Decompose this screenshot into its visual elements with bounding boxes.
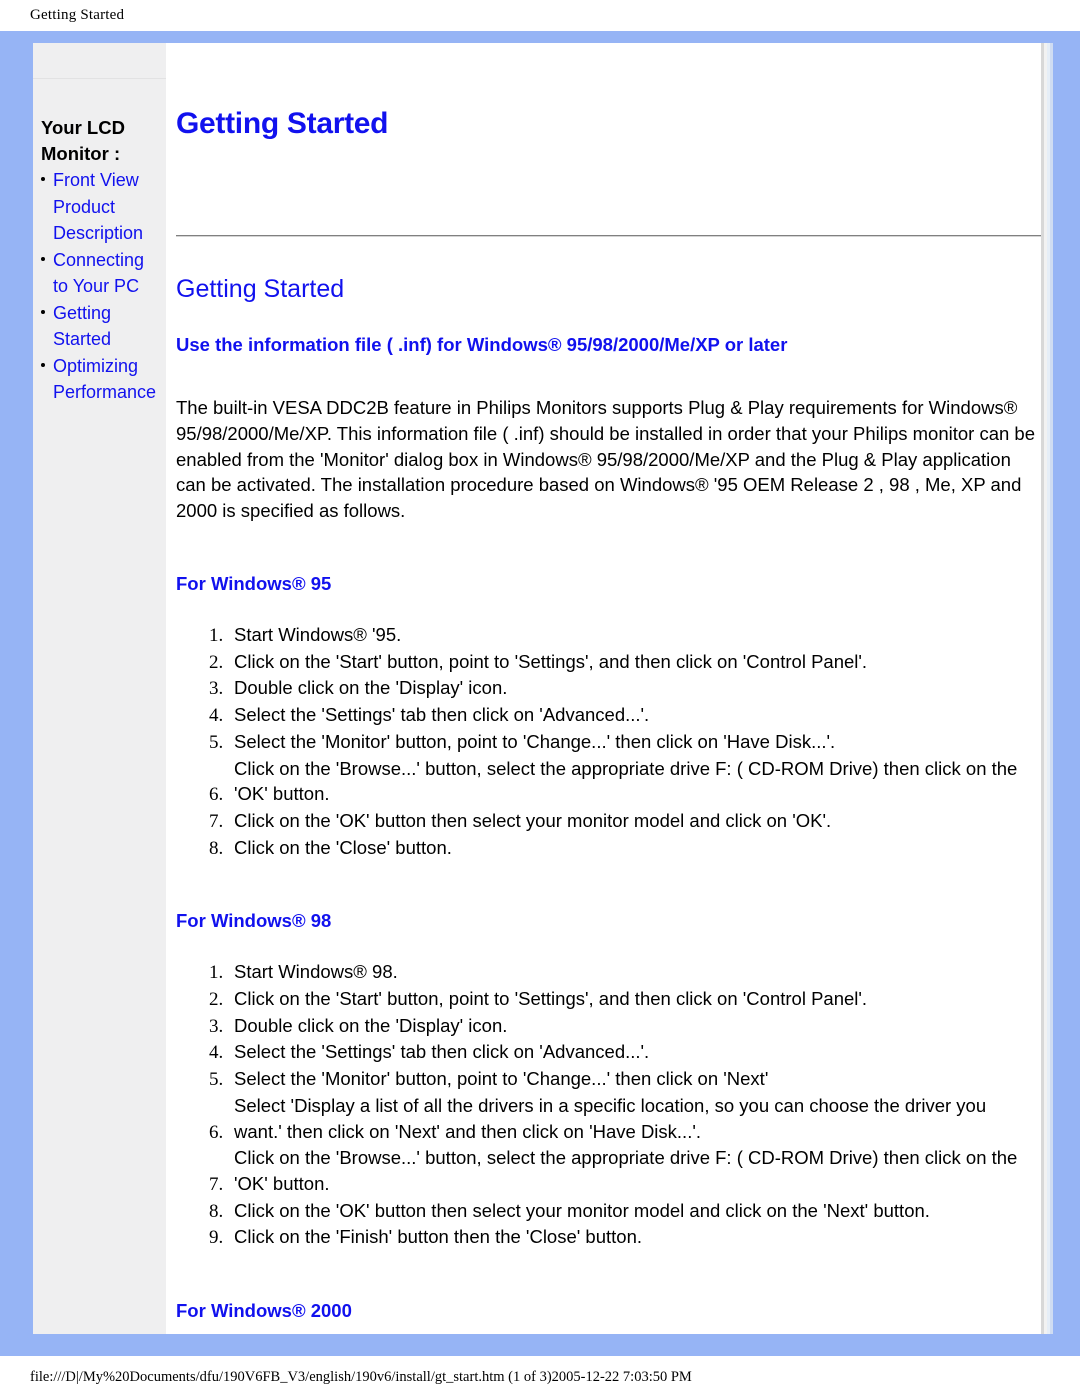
sidebar-item-getting-started[interactable]: Getting Started	[33, 300, 166, 353]
bullet-icon	[41, 256, 45, 261]
step-text: Click on the 'OK' button then select you…	[234, 1199, 930, 1221]
page-title: Getting Started	[176, 107, 389, 140]
list-item: Click on the 'Start' button, point to 'S…	[228, 986, 1036, 1013]
list-item: Click on the 'OK' button then select you…	[228, 1198, 1036, 1225]
list-item: Start Windows® '95.	[228, 622, 1036, 649]
steps-list-windows-95: Start Windows® '95. Click on the 'Start'…	[176, 622, 1036, 861]
sidebar-item-connecting-to-your-pc[interactable]: Connecting to Your PC	[33, 247, 166, 300]
list-item: Click on the 'Finish' button then the 'C…	[228, 1224, 1036, 1251]
sidebar: Your LCD Monitor : Front View Product De…	[33, 43, 166, 1334]
bullet-icon	[41, 177, 45, 181]
step-text: Start Windows® 98.	[234, 961, 398, 983]
list-item: Click on the 'Browse...' button, select …	[228, 1145, 1036, 1197]
steps-list-windows-98: Start Windows® 98. Click on the 'Start' …	[176, 959, 1036, 1251]
list-item: Double click on the 'Display' icon.	[228, 675, 1036, 702]
step-text: Click on the 'Close' button.	[234, 836, 452, 858]
step-text: Select the 'Monitor' button, point to 'C…	[234, 730, 836, 752]
print-header-title: Getting Started	[30, 7, 125, 23]
body-block: Use the information file ( .inf) for Win…	[176, 333, 1036, 1334]
step-text: Double click on the 'Display' icon.	[234, 677, 508, 699]
step-text: Click on the 'Finish' button then the 'C…	[234, 1226, 643, 1248]
list-item: Start Windows® 98.	[228, 959, 1036, 986]
sidebar-title: Your LCD Monitor :	[41, 117, 125, 164]
sidebar-item-label: Connecting to Your PC	[53, 249, 145, 297]
list-item: Click on the 'Start' button, point to 'S…	[228, 649, 1036, 676]
step-text: Click on the 'Start' button, point to 'S…	[234, 988, 868, 1010]
bullet-icon	[41, 362, 45, 367]
step-text: Select the 'Monitor' button, point to 'C…	[234, 1068, 769, 1090]
list-item: Double click on the 'Display' icon.	[228, 1013, 1036, 1040]
step-text: Click on the 'OK' button then select you…	[234, 809, 832, 831]
frame-top-hairline	[0, 30, 1080, 31]
sidebar-item-label: Optimizing Performance	[53, 355, 157, 403]
step-text: Click on the 'Browse...' button, select …	[234, 757, 1018, 805]
sidebar-content: Your LCD Monitor : Front View Product De…	[33, 115, 166, 406]
main-content: Getting Started Getting Started Use the …	[166, 43, 1041, 1334]
section-heading-windows-2000: For Windows® 2000	[176, 1300, 352, 1322]
print-footer-path: file:///D|/My%20Documents/dfu/190V6FB_V3…	[30, 1369, 692, 1385]
section-heading-windows-98: For Windows® 98	[176, 910, 332, 932]
document-body: Your LCD Monitor : Front View Product De…	[33, 43, 1041, 1334]
title-divider	[176, 235, 1041, 237]
sidebar-item-optimizing-performance[interactable]: Optimizing Performance	[33, 353, 166, 406]
list-item: Select the 'Monitor' button, point to 'C…	[228, 1066, 1036, 1093]
list-item: Select the 'Settings' tab then click on …	[228, 702, 1036, 729]
step-text: Click on the 'Browse...' button, select …	[234, 1147, 1018, 1194]
sidebar-item-label: Getting Started	[53, 302, 112, 350]
step-text: Select 'Display a list of all the driver…	[234, 1094, 987, 1142]
sidebar-nav-list: Front View Product Description Connectin…	[33, 167, 166, 406]
vertical-scrollbar[interactable]	[1041, 43, 1053, 1334]
list-item: Select 'Display a list of all the driver…	[228, 1093, 1036, 1145]
intro-paragraph: The built-in VESA DDC2B feature in Phili…	[176, 397, 1036, 522]
step-text: Select the 'Settings' tab then click on …	[234, 1041, 650, 1063]
list-item: Select the 'Settings' tab then click on …	[228, 1039, 1036, 1066]
inf-heading: Use the information file ( .inf) for Win…	[176, 334, 788, 355]
step-text: Select the 'Settings' tab then click on …	[234, 704, 650, 726]
section-title: Getting Started	[176, 275, 345, 303]
step-text: Click on the 'Start' button, point to 'S…	[234, 650, 868, 672]
list-item: Select the 'Monitor' button, point to 'C…	[228, 729, 1036, 756]
bullet-icon	[41, 309, 45, 314]
list-item: Click on the 'Browse...' button, select …	[228, 756, 1036, 808]
list-item: Click on the 'OK' button then select you…	[228, 808, 1036, 835]
step-text: Double click on the 'Display' icon.	[234, 1014, 508, 1036]
sidebar-item-label: Front View Product Description	[53, 170, 144, 243]
list-item: Click on the 'Close' button.	[228, 835, 1036, 862]
step-text: Start Windows® '95.	[234, 623, 402, 645]
section-heading-windows-95: For Windows® 95	[176, 572, 332, 594]
sidebar-divider	[33, 78, 166, 79]
sidebar-item-front-view-product-description[interactable]: Front View Product Description	[33, 167, 166, 247]
